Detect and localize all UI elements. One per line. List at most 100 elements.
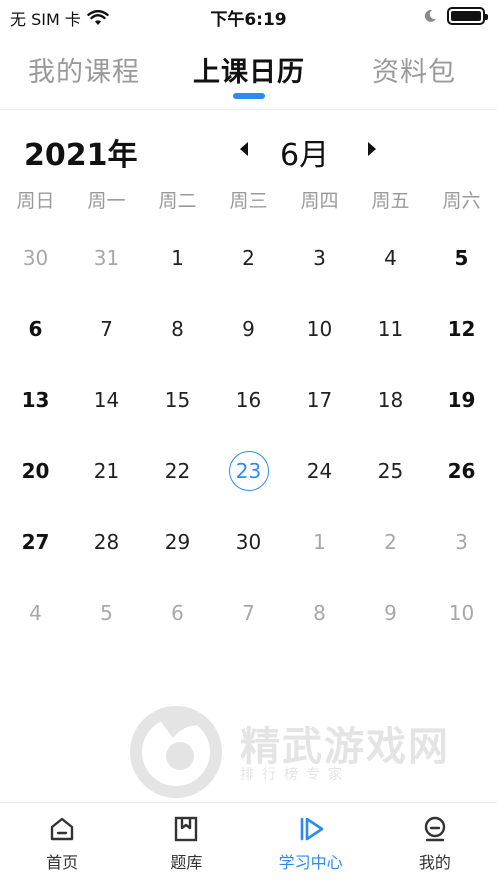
day-number: 7: [100, 316, 113, 341]
calendar-day[interactable]: 6: [142, 577, 213, 648]
calendar-day[interactable]: 30: [213, 506, 284, 577]
status-bar: 无 SIM 卡 下午6:19: [0, 0, 497, 34]
nav-learning-center-label: 学习中心: [278, 853, 343, 872]
day-number: 1: [171, 245, 184, 270]
calendar-day[interactable]: 20: [0, 435, 71, 506]
day-number: 9: [242, 316, 255, 341]
weekday-sat: 周六: [442, 190, 481, 212]
tab-class-calendar[interactable]: 上课日历: [193, 50, 305, 89]
day-number: 3: [455, 529, 468, 554]
day-number: 25: [377, 458, 404, 483]
calendar-day[interactable]: 7: [71, 293, 142, 364]
calendar-day[interactable]: 9: [355, 577, 426, 648]
calendar-day[interactable]: 7: [213, 577, 284, 648]
status-right: [423, 7, 488, 25]
today-marker: 23: [228, 450, 269, 491]
day-number: 11: [377, 316, 404, 341]
calendar-day[interactable]: 29: [142, 506, 213, 577]
calendar-header: 2021年 6月: [0, 128, 497, 173]
nav-question-bank[interactable]: 题库: [124, 803, 248, 883]
day-number: 7: [242, 600, 255, 625]
nav-mine-label: 我的: [418, 853, 451, 872]
day-number: 10: [306, 316, 333, 341]
day-number: 6: [171, 600, 184, 625]
calendar-day[interactable]: 6: [0, 293, 71, 364]
day-number: 18: [377, 387, 404, 412]
calendar-day[interactable]: 5: [426, 222, 497, 293]
calendar-day[interactable]: 13: [0, 364, 71, 435]
calendar-day[interactable]: 3: [284, 222, 355, 293]
day-number: 4: [29, 600, 42, 625]
calendar-day[interactable]: 14: [71, 364, 142, 435]
prev-month-icon[interactable]: [240, 142, 248, 156]
calendar-grid: 30 31 1 2 3 4 5 6 7 8 9 10 11 12 13 14 1…: [0, 222, 497, 648]
day-number: 4: [384, 245, 397, 270]
day-number: 9: [384, 600, 397, 625]
nav-mine[interactable]: 我的: [373, 803, 497, 883]
tab-my-courses[interactable]: 我的课程: [28, 50, 140, 89]
day-number: 15: [164, 387, 191, 412]
profile-icon: [424, 816, 446, 842]
calendar-day[interactable]: 21: [71, 435, 142, 506]
calendar-day[interactable]: 2: [355, 506, 426, 577]
calendar-day[interactable]: 9: [213, 293, 284, 364]
play-icon: [300, 817, 323, 841]
nav-question-bank-label: 题库: [170, 853, 203, 872]
weekday-thu: 周四: [300, 190, 339, 212]
day-number: 16: [235, 387, 262, 412]
day-number: 24: [306, 458, 333, 483]
calendar-day[interactable]: 4: [0, 577, 71, 648]
calendar-day[interactable]: 18: [355, 364, 426, 435]
day-number: 5: [454, 245, 469, 270]
day-number: 10: [448, 600, 475, 625]
day-number: 5: [100, 600, 113, 625]
calendar-day[interactable]: 8: [142, 293, 213, 364]
battery-icon: [447, 7, 488, 25]
day-number: 17: [306, 387, 333, 412]
calendar-day[interactable]: 15: [142, 364, 213, 435]
moon-icon: [424, 9, 436, 22]
nav-learning-center[interactable]: 学习中心: [249, 803, 373, 883]
month-label: 6月: [280, 138, 330, 173]
weekday-tue: 周二: [158, 190, 197, 212]
calendar-day[interactable]: 8: [284, 577, 355, 648]
day-number: 1: [313, 529, 326, 554]
nav-home-label: 首页: [46, 853, 79, 872]
calendar-day[interactable]: 27: [0, 506, 71, 577]
calendar-day[interactable]: 3: [426, 506, 497, 577]
calendar-day[interactable]: 19: [426, 364, 497, 435]
watermark-subtitle: 排行榜专家: [240, 767, 350, 783]
calendar-day[interactable]: 1: [142, 222, 213, 293]
calendar-day-today[interactable]: 23: [213, 435, 284, 506]
calendar-day[interactable]: 5: [71, 577, 142, 648]
calendar-day[interactable]: 10: [284, 293, 355, 364]
bookmark-icon: [175, 816, 198, 842]
calendar-day[interactable]: 1: [284, 506, 355, 577]
calendar-day[interactable]: 25: [355, 435, 426, 506]
calendar-day[interactable]: 10: [426, 577, 497, 648]
calendar-day[interactable]: 22: [142, 435, 213, 506]
calendar-day[interactable]: 17: [284, 364, 355, 435]
day-number: 14: [93, 387, 120, 412]
calendar-day[interactable]: 16: [213, 364, 284, 435]
day-number: 3: [313, 245, 326, 270]
next-month-icon[interactable]: [368, 142, 376, 156]
day-number: 13: [21, 387, 50, 412]
calendar-day[interactable]: 31: [71, 222, 142, 293]
day-number: 30: [22, 245, 49, 270]
calendar-day[interactable]: 2: [213, 222, 284, 293]
calendar-day[interactable]: 28: [71, 506, 142, 577]
weekday-wed: 周三: [229, 190, 268, 212]
calendar-day[interactable]: 4: [355, 222, 426, 293]
day-number: 30: [235, 529, 262, 554]
calendar-day[interactable]: 11: [355, 293, 426, 364]
day-number: 19: [447, 387, 476, 412]
tab-materials[interactable]: 资料包: [372, 50, 456, 89]
calendar-day[interactable]: 26: [426, 435, 497, 506]
weekday-row: 周日 周一 周二 周三 周四 周五 周六: [0, 186, 497, 213]
day-number: 8: [171, 316, 184, 341]
nav-home[interactable]: 首页: [0, 803, 124, 883]
calendar-day[interactable]: 12: [426, 293, 497, 364]
calendar-day[interactable]: 30: [0, 222, 71, 293]
calendar-day[interactable]: 24: [284, 435, 355, 506]
